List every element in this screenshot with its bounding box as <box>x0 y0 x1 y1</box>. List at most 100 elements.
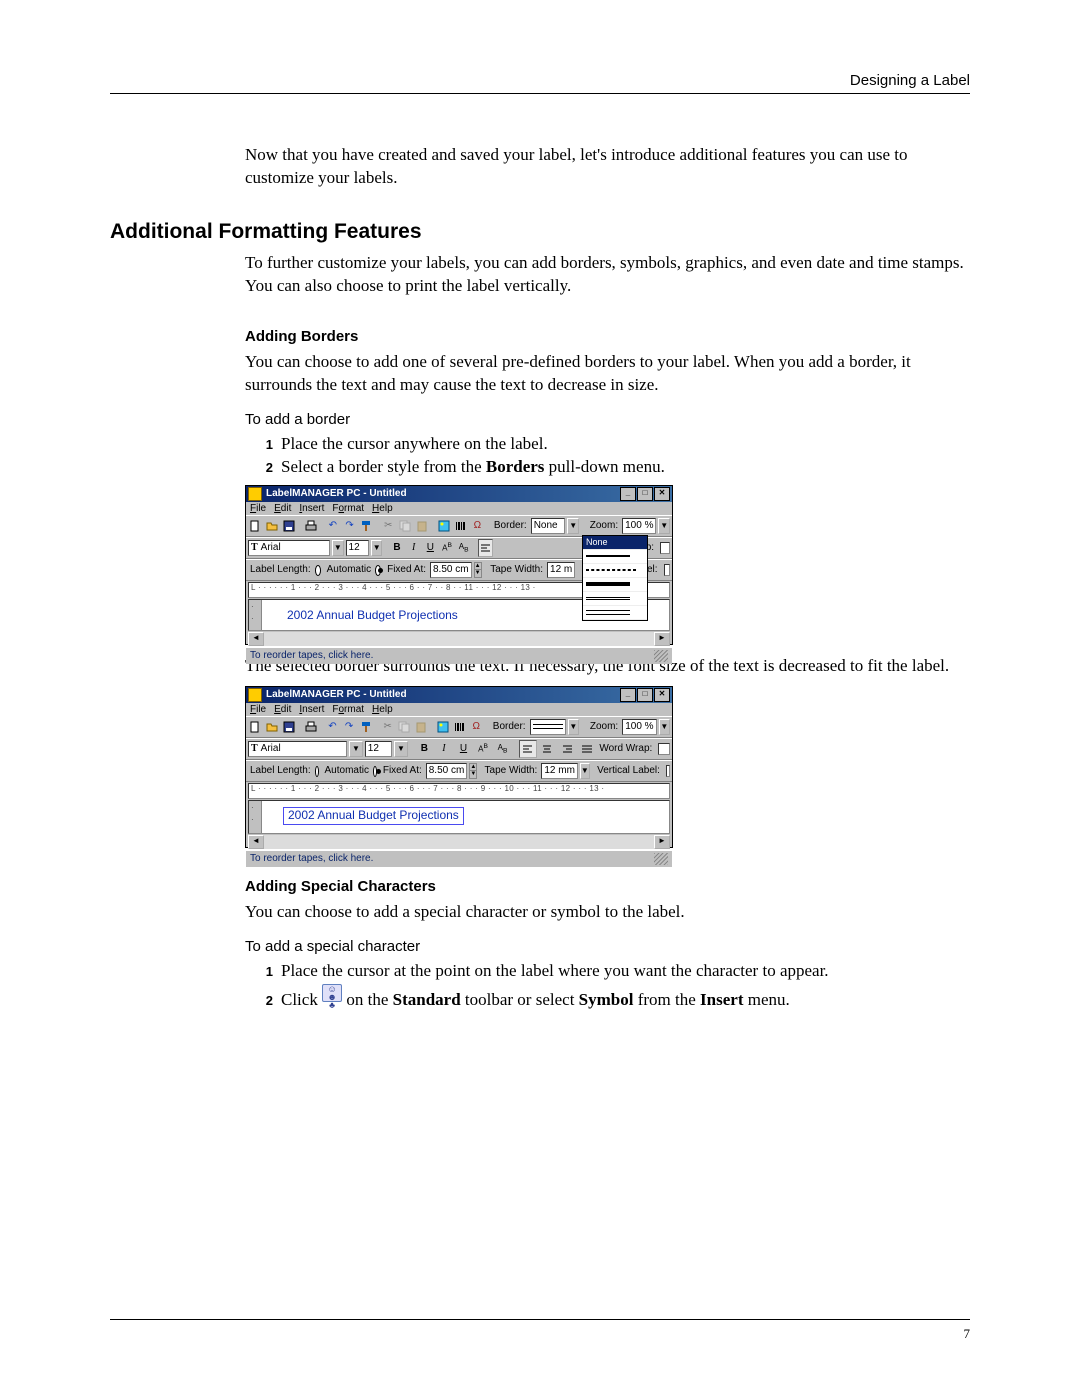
paste-icon[interactable] <box>414 718 429 736</box>
copy-icon[interactable] <box>397 718 412 736</box>
length-spinner[interactable]: ▲▼ <box>474 562 482 578</box>
scroll-left-arrow[interactable]: ◄ <box>248 632 264 646</box>
menu-edit[interactable]: Edit <box>274 503 291 514</box>
wordwrap-checkbox[interactable] <box>660 542 670 554</box>
zoom-dropdown-arrow[interactable]: ▼ <box>658 518 670 534</box>
scroll-right-arrow[interactable]: ► <box>654 835 670 849</box>
maximize-button[interactable]: □ <box>637 487 653 501</box>
resize-grip-icon[interactable] <box>654 650 668 662</box>
bold-button[interactable]: B <box>416 740 434 758</box>
close-button[interactable]: ✕ <box>654 487 670 501</box>
format-painter-icon[interactable] <box>358 718 373 736</box>
font-name-select[interactable]: TArial <box>248 540 330 556</box>
border-dropdown-arrow[interactable]: ▼ <box>568 719 580 735</box>
insert-symbol-icon[interactable]: Ω <box>469 718 484 736</box>
undo-icon[interactable]: ↶ <box>325 718 340 736</box>
tape-width-select[interactable]: 12 mm <box>541 763 578 779</box>
italic-button[interactable]: I <box>435 740 453 758</box>
automatic-radio[interactable] <box>315 766 319 777</box>
zoom-select[interactable]: 100 % <box>622 719 656 735</box>
length-field[interactable]: 8.50 cm <box>426 763 468 779</box>
font-size-select[interactable]: 12 <box>346 540 369 556</box>
border-option-thin[interactable] <box>583 550 647 564</box>
label-canvas[interactable]: ·· 2002 Annual Budget Projections <box>248 800 670 834</box>
open-icon[interactable] <box>265 517 280 535</box>
border-select[interactable]: None <box>531 518 566 534</box>
label-text-bordered[interactable]: 2002 Annual Budget Projections <box>283 807 464 825</box>
size-dropdown-arrow[interactable]: ▼ <box>371 540 383 556</box>
print-icon[interactable] <box>303 517 318 535</box>
horizontal-scrollbar[interactable]: ◄ ► <box>248 632 670 646</box>
menu-file[interactable]: File <box>250 503 266 514</box>
zoom-select[interactable]: 100 % <box>622 518 656 534</box>
underline-button[interactable]: U <box>423 539 438 557</box>
new-icon[interactable] <box>248 718 263 736</box>
subscript-button[interactable]: AB <box>494 740 512 758</box>
insert-image-icon[interactable] <box>436 517 451 535</box>
menu-insert[interactable]: Insert <box>299 503 324 514</box>
menu-format[interactable]: Format <box>332 503 364 514</box>
automatic-radio[interactable] <box>315 565 321 576</box>
insert-barcode-icon[interactable] <box>453 517 468 535</box>
menu-file[interactable]: File <box>250 704 266 715</box>
border-option-thick[interactable] <box>583 578 647 592</box>
new-icon[interactable] <box>248 517 263 535</box>
superscript-button[interactable]: AB <box>440 539 455 557</box>
status-link[interactable]: To reorder tapes, click here. <box>250 853 373 865</box>
length-spinner[interactable]: ▲▼ <box>469 763 477 779</box>
border-dropdown-open[interactable]: None <box>582 535 648 621</box>
label-text[interactable]: 2002 Annual Budget Projections <box>283 608 462 624</box>
tape-dropdown-arrow[interactable]: ▼ <box>580 763 590 779</box>
align-left-button[interactable] <box>478 539 493 557</box>
insert-barcode-icon[interactable] <box>452 718 467 736</box>
cut-icon[interactable]: ✂ <box>380 718 395 736</box>
align-right-button[interactable] <box>558 740 576 758</box>
border-option-double[interactable] <box>583 592 647 606</box>
border-select[interactable] <box>530 719 566 735</box>
font-name-select[interactable]: TArial <box>248 741 347 757</box>
save-icon[interactable] <box>282 517 297 535</box>
close-button[interactable]: ✕ <box>654 688 670 702</box>
copy-icon[interactable] <box>398 517 413 535</box>
menu-format[interactable]: Format <box>332 704 364 715</box>
superscript-button[interactable]: AB <box>474 740 492 758</box>
font-size-select[interactable]: 12 <box>365 741 392 757</box>
border-dropdown-arrow[interactable]: ▼ <box>567 518 579 534</box>
window-titlebar[interactable]: LabelMANAGER PC - Untitled _ □ ✕ <box>246 486 672 502</box>
menu-help[interactable]: Help <box>372 704 393 715</box>
cut-icon[interactable]: ✂ <box>381 517 396 535</box>
font-dropdown-arrow[interactable]: ▼ <box>349 741 363 757</box>
menu-edit[interactable]: Edit <box>274 704 291 715</box>
length-field[interactable]: 8.50 cm <box>430 562 472 578</box>
undo-icon[interactable]: ↶ <box>325 517 340 535</box>
minimize-button[interactable]: _ <box>620 487 636 501</box>
insert-image-icon[interactable] <box>436 718 451 736</box>
align-left-button[interactable] <box>519 740 537 758</box>
italic-button[interactable]: I <box>406 539 421 557</box>
format-painter-icon[interactable] <box>359 517 374 535</box>
insert-symbol-icon[interactable]: Ω <box>470 517 485 535</box>
bold-button[interactable]: B <box>390 539 405 557</box>
fixed-radio[interactable] <box>373 766 377 777</box>
wordwrap-checkbox[interactable] <box>658 743 670 755</box>
print-icon[interactable] <box>303 718 318 736</box>
minimize-button[interactable]: _ <box>620 688 636 702</box>
underline-button[interactable]: U <box>455 740 473 758</box>
align-justify-button[interactable] <box>578 740 596 758</box>
vertical-checkbox[interactable] <box>664 564 670 576</box>
horizontal-scrollbar[interactable]: ◄ ► <box>248 835 670 849</box>
tape-width-select[interactable]: 12 m <box>547 562 575 578</box>
border-option-dash[interactable] <box>583 564 647 578</box>
vertical-checkbox[interactable] <box>666 765 670 777</box>
zoom-dropdown-arrow[interactable]: ▼ <box>659 719 671 735</box>
font-dropdown-arrow[interactable]: ▼ <box>332 540 344 556</box>
window-titlebar[interactable]: LabelMANAGER PC - Untitled _ □ ✕ <box>246 687 672 703</box>
border-option-triple[interactable] <box>583 606 647 620</box>
size-dropdown-arrow[interactable]: ▼ <box>394 741 408 757</box>
paste-icon[interactable] <box>414 517 429 535</box>
menu-help[interactable]: Help <box>372 503 393 514</box>
maximize-button[interactable]: □ <box>637 688 653 702</box>
scroll-left-arrow[interactable]: ◄ <box>248 835 264 849</box>
border-option-none[interactable]: None <box>583 536 647 550</box>
subscript-button[interactable]: AB <box>456 539 471 557</box>
